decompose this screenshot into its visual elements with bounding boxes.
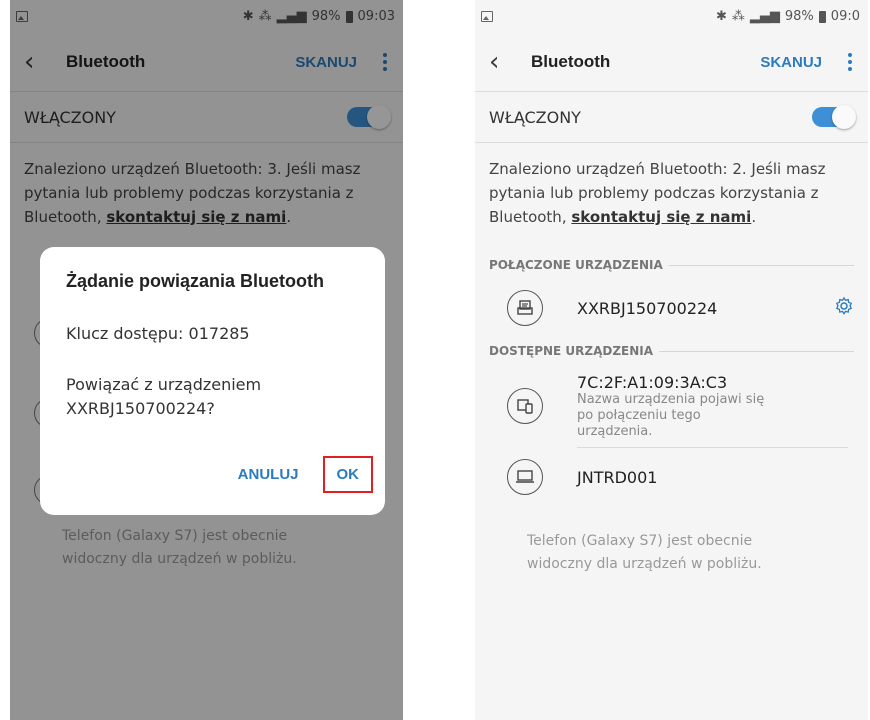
dialog-title: Żądanie powiązania Bluetooth [66, 271, 325, 291]
more-options-icon[interactable] [842, 53, 858, 71]
toggle-label: WŁĄCZONY [489, 107, 581, 127]
status-bar: ✱ ⁂ ▂▄▆ 98% 09:0 [475, 0, 868, 33]
available-device-name: JNTRD001 [577, 467, 658, 487]
visibility-note: Telefon (Galaxy S7) jest obecnie widoczn… [527, 533, 762, 572]
phone-screen-right: ✱ ⁂ ▂▄▆ 98% 09:0 ‹ Bluetooth SKANUJ WŁĄC… [475, 0, 868, 720]
app-bar: ‹ Bluetooth SKANUJ [475, 33, 868, 91]
available-device-row[interactable]: JNTRD001 [475, 448, 868, 506]
available-device-subtitle: Nazwa urządzenia pojawi się po połączeni… [577, 391, 765, 439]
settings-gear-icon[interactable] [834, 296, 854, 320]
clock: 09:0 [830, 9, 860, 24]
paired-device-name: XXRBJ150700224 [577, 298, 718, 318]
signal-icon: ▂▄▆ [749, 9, 780, 24]
dialog-message: Powiązać z urządzeniem XXRBJ150700224? [66, 375, 262, 418]
info-text: Znaleziono urządzeń Bluetooth: 2. Jeśli … [489, 160, 826, 226]
available-device-row[interactable]: 7C:2F:A1:09:3A:C3 Nazwa urządzenia pojaw… [475, 365, 868, 447]
bluetooth-status-icon: ✱ [715, 9, 727, 24]
passkey-text: Klucz dostępu: 017285 [66, 324, 250, 343]
available-devices-header: DOSTĘPNE URZĄDZENIA [475, 337, 868, 365]
gallery-notification-icon [481, 11, 493, 22]
back-arrow-icon[interactable]: ‹ [489, 49, 519, 75]
battery-icon [818, 10, 826, 23]
bluetooth-toggle[interactable] [812, 105, 856, 129]
scan-button[interactable]: SKANUJ [760, 54, 822, 71]
dialog-actions: ANULUJ OK [238, 456, 373, 493]
cancel-button[interactable]: ANULUJ [238, 466, 299, 483]
laptop-icon [507, 459, 543, 495]
page-title: Bluetooth [531, 52, 611, 71]
paired-device-row[interactable]: XXRBJ150700224 [475, 279, 868, 337]
bluetooth-toggle-row[interactable]: WŁĄCZONY [475, 92, 868, 142]
devices-icon [507, 388, 543, 424]
ok-button[interactable]: OK [322, 456, 373, 493]
contact-link[interactable]: skontaktuj się z nami [571, 208, 751, 226]
available-device-name: 7C:2F:A1:09:3A:C3 [577, 372, 728, 392]
mute-icon: ⁂ [731, 9, 745, 24]
paired-devices-header: POŁĄCZONE URZĄDZENIA [475, 251, 868, 279]
phone-screen-left: ✱ ⁂ ▂▄▆ 98% 09:03 ‹ Bluetooth SKANUJ WŁĄ… [10, 0, 403, 720]
battery-level: 98% [784, 9, 814, 24]
printer-icon [507, 290, 543, 326]
pairing-dialog: Żądanie powiązania Bluetooth Klucz dostę… [40, 247, 385, 515]
